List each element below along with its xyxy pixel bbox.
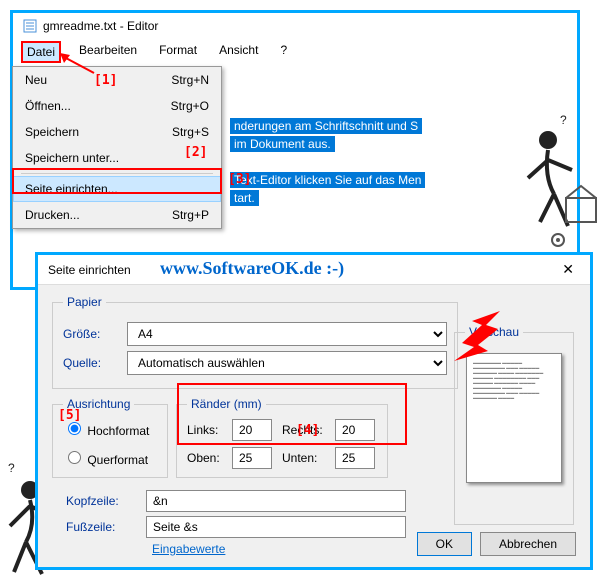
notepad-icon <box>23 19 37 33</box>
fusszeile-input[interactable] <box>146 516 406 538</box>
links-label: Links: <box>187 423 224 437</box>
svg-text:?: ? <box>8 461 15 475</box>
annotation-5: [5] <box>58 408 81 423</box>
doc-text-line: nderungen am Schriftschnitt und S <box>230 118 422 134</box>
eingabewerte-link[interactable]: Eingabewerte <box>152 542 225 556</box>
menu-item-save[interactable]: SpeichernStrg+S <box>13 119 221 145</box>
menu-datei[interactable]: Datei <box>21 41 61 63</box>
raender-fieldset: Ränder (mm) Links: Rechts: Oben: Unten: <box>176 397 388 478</box>
arrow-to-datei <box>60 53 100 77</box>
cancel-button[interactable]: Abbrechen <box>480 532 576 556</box>
stickman-icon: ? <box>510 110 600 250</box>
quelle-label: Quelle: <box>63 356 119 370</box>
doc-text-line: tart. <box>230 190 259 206</box>
menu-item-print[interactable]: Drucken...Strg+P <box>13 202 221 228</box>
doc-text-line: Text-Editor klicken Sie auf das Men <box>230 172 425 188</box>
dialog-title: Seite einrichten <box>48 263 131 277</box>
menu-format[interactable]: Format <box>155 41 201 63</box>
arrow-icon <box>452 307 502 363</box>
querformat-radio[interactable]: Querformat <box>63 453 148 467</box>
annotation-2: [2] <box>184 145 207 160</box>
menu-help[interactable]: ? <box>276 41 291 63</box>
close-icon[interactable]: ✕ <box>556 261 580 278</box>
unten-label: Unten: <box>282 451 327 465</box>
preview-page: ▬▬▬▬▬▬▬ ▬▬▬▬▬ ▬▬▬▬▬▬▬▬ ▬▬▬ ▬▬▬▬▬ ▬▬▬▬▬▬ … <box>466 353 562 483</box>
window-title: gmreadme.txt - Editor <box>43 19 158 33</box>
rechts-input[interactable] <box>335 419 375 441</box>
annotation-4: [4] <box>296 423 319 438</box>
kopfzeile-input[interactable] <box>146 490 406 512</box>
papier-fieldset: Papier Größe: A4 Quelle: Automatisch aus… <box>52 295 458 389</box>
quelle-select[interactable]: Automatisch auswählen <box>127 351 447 375</box>
groesse-select[interactable]: A4 <box>127 322 447 346</box>
papier-legend: Papier <box>63 295 106 309</box>
menu-item-open[interactable]: Öffnen...Strg+O <box>13 93 221 119</box>
raender-legend: Ränder (mm) <box>187 397 266 411</box>
links-input[interactable] <box>232 419 272 441</box>
menu-ansicht[interactable]: Ansicht <box>215 41 262 63</box>
hochformat-radio[interactable]: Hochformat <box>63 424 149 438</box>
page-setup-dialog: Seite einrichten ✕ Papier Größe: A4 Quel… <box>35 252 593 570</box>
doc-text-line: im Dokument aus. <box>230 136 335 152</box>
svg-text:?: ? <box>560 113 567 127</box>
fusszeile-label: Fußzeile: <box>66 520 138 534</box>
oben-input[interactable] <box>232 447 272 469</box>
editor-titlebar: gmreadme.txt - Editor <box>13 13 577 39</box>
brand-watermark: www.SoftwareOK.de :-) <box>160 258 344 279</box>
groesse-label: Größe: <box>63 327 119 341</box>
ok-button[interactable]: OK <box>417 532 472 556</box>
menu-separator <box>21 173 213 174</box>
oben-label: Oben: <box>187 451 224 465</box>
unten-input[interactable] <box>335 447 375 469</box>
menu-item-page-setup[interactable]: Seite einrichten... <box>13 176 221 202</box>
annotation-3: [3] <box>228 172 251 187</box>
kopfzeile-label: Kopfzeile: <box>66 494 138 508</box>
